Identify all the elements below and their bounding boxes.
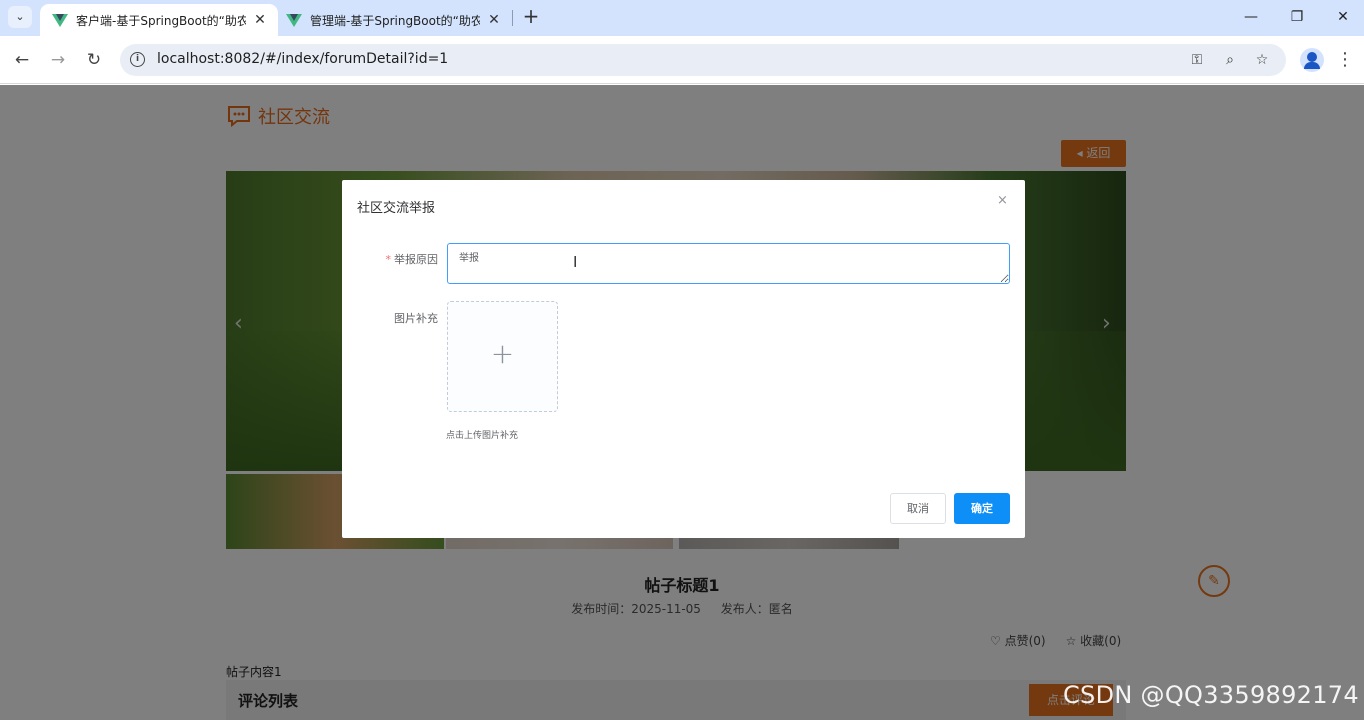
- reason-label: * 举报原因: [385, 253, 439, 266]
- close-icon[interactable]: ×: [997, 193, 1008, 208]
- image-label: 图片补充: [394, 312, 438, 325]
- profile-icon[interactable]: [1300, 48, 1324, 72]
- tab-separator: [512, 10, 513, 26]
- close-window-icon[interactable]: ✕: [1331, 6, 1355, 28]
- close-icon[interactable]: ✕: [252, 12, 268, 28]
- back-icon[interactable]: ←: [10, 48, 34, 72]
- vue-favicon: [52, 14, 68, 27]
- omnibox[interactable]: i localhost:8082/#/index/forumDetail?id=…: [120, 44, 1286, 76]
- zoom-icon[interactable]: ⌕: [1220, 50, 1240, 70]
- plus-icon: +: [490, 337, 515, 370]
- vue-favicon: [286, 14, 302, 27]
- reload-icon[interactable]: ↻: [82, 48, 106, 72]
- new-tab-icon[interactable]: +: [520, 6, 542, 28]
- tab-title: 客户端-基于SpringBoot的“助农: [76, 13, 246, 28]
- minimize-icon[interactable]: —: [1239, 6, 1263, 28]
- watermark: CSDN @QQ3359892174: [1063, 681, 1359, 709]
- tab-admin[interactable]: 管理端-基于SpringBoot的“助农 ✕: [274, 4, 512, 36]
- close-icon[interactable]: ✕: [486, 12, 502, 28]
- url-text[interactable]: localhost:8082/#/index/forumDetail?id=1: [157, 51, 448, 67]
- tab-title: 管理端-基于SpringBoot的“助农: [310, 13, 480, 28]
- bookmark-star-icon[interactable]: ☆: [1252, 50, 1272, 70]
- menu-icon[interactable]: ⋮: [1336, 48, 1354, 72]
- cancel-button[interactable]: 取消: [890, 493, 946, 524]
- tab-bar: ⌄ 客户端-基于SpringBoot的“助农 ✕ 管理端-基于SpringBoo…: [0, 0, 1364, 36]
- reason-textarea[interactable]: 举报: [447, 243, 1010, 284]
- password-key-icon[interactable]: ⚿: [1187, 50, 1207, 70]
- report-dialog: 社区交流举报 × * 举报原因 举报 I 图片补充 + 点击上传图片补充 取消 确…: [342, 180, 1025, 538]
- tab-search-icon[interactable]: ⌄: [8, 6, 32, 28]
- image-upload-button[interactable]: +: [447, 301, 558, 412]
- dialog-title: 社区交流举报: [357, 201, 436, 216]
- site-info-icon[interactable]: i: [130, 52, 145, 67]
- tab-client[interactable]: 客户端-基于SpringBoot的“助农 ✕: [40, 4, 278, 36]
- text-cursor-icon: I: [573, 253, 578, 271]
- address-bar: ← → ↻ i localhost:8082/#/index/forumDeta…: [0, 36, 1364, 84]
- forward-icon[interactable]: →: [46, 48, 70, 72]
- upload-tip: 点击上传图片补充: [446, 431, 519, 441]
- restore-icon[interactable]: ❐: [1285, 6, 1309, 28]
- confirm-button[interactable]: 确定: [954, 493, 1010, 524]
